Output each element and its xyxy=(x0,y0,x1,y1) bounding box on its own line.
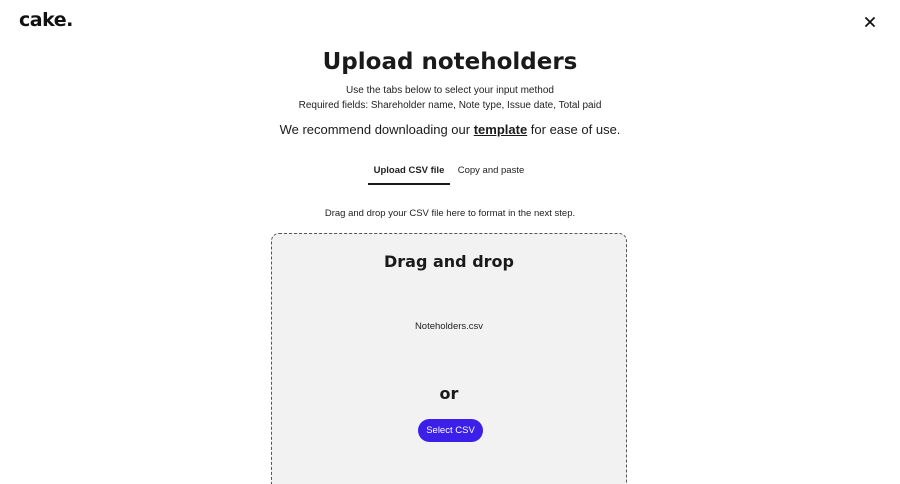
instructions: Use the tabs below to select your input … xyxy=(0,83,900,113)
page-title: Upload noteholders xyxy=(322,49,578,75)
tab-upload-csv[interactable]: Upload CSV file xyxy=(368,159,450,185)
close-button[interactable] xyxy=(860,12,880,32)
upload-noteholders-page: cake. Upload noteholders Use the tabs be… xyxy=(0,0,900,484)
selected-file-name: Noteholders.csv xyxy=(414,321,484,332)
instructions-line-1: Use the tabs below to select your input … xyxy=(346,85,554,96)
input-method-tabs: Upload CSV file Copy and paste xyxy=(368,159,532,185)
recommend-text-before: We recommend downloading our xyxy=(279,122,474,137)
close-icon xyxy=(865,17,875,27)
dropzone-hint: Drag and drop your CSV file here to form… xyxy=(324,208,576,219)
template-recommendation: We recommend downloading our template fo… xyxy=(0,122,900,137)
template-link[interactable]: template xyxy=(474,122,527,137)
recommend-text-after: for ease of use. xyxy=(527,122,621,137)
select-csv-button[interactable]: Select CSV xyxy=(418,419,483,442)
tab-copy-paste[interactable]: Copy and paste xyxy=(450,159,532,183)
instructions-line-2: Required fields: Shareholder name, Note … xyxy=(298,100,602,111)
dropzone-title: Drag and drop xyxy=(384,252,514,271)
csv-dropzone[interactable]: Drag and drop Noteholders.csv or Select … xyxy=(271,233,627,484)
cake-logo[interactable]: cake. xyxy=(19,9,73,31)
or-separator: or xyxy=(439,384,459,403)
